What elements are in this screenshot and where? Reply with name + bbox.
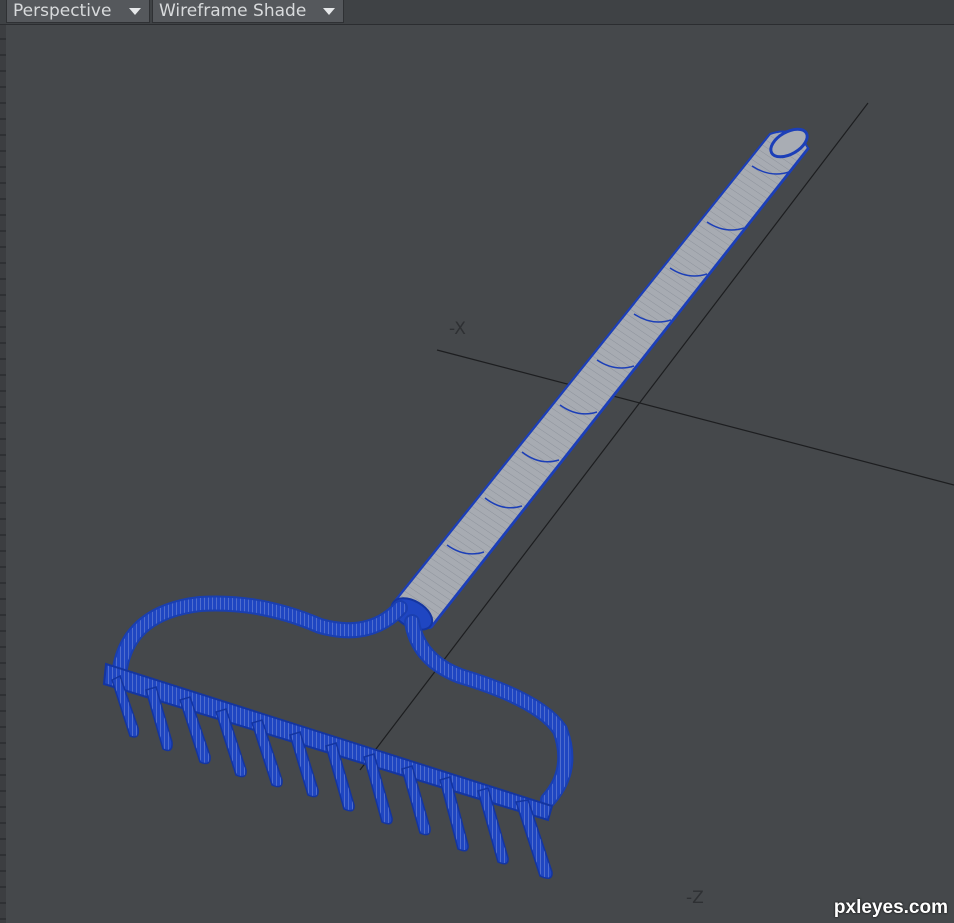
viewport-toolbar: Perspective Wireframe Shade xyxy=(0,0,954,25)
chevron-down-icon xyxy=(323,8,335,15)
perspective-viewport[interactable]: -X -Z pxleyes.com xyxy=(0,0,954,923)
axis-z-label: -Z xyxy=(686,888,704,908)
view-mode-dropdown[interactable]: Perspective xyxy=(6,0,150,23)
shading-mode-dropdown[interactable]: Wireframe Shade xyxy=(152,0,344,23)
watermark-logo: pxleyes.com xyxy=(833,897,948,918)
chevron-down-icon xyxy=(129,8,141,15)
rake-handle[interactable] xyxy=(386,123,811,636)
view-mode-label: Perspective xyxy=(13,1,112,21)
scene-canvas[interactable] xyxy=(0,0,954,923)
axis-x-label: -X xyxy=(449,319,466,339)
shading-mode-label: Wireframe Shade xyxy=(159,1,307,21)
